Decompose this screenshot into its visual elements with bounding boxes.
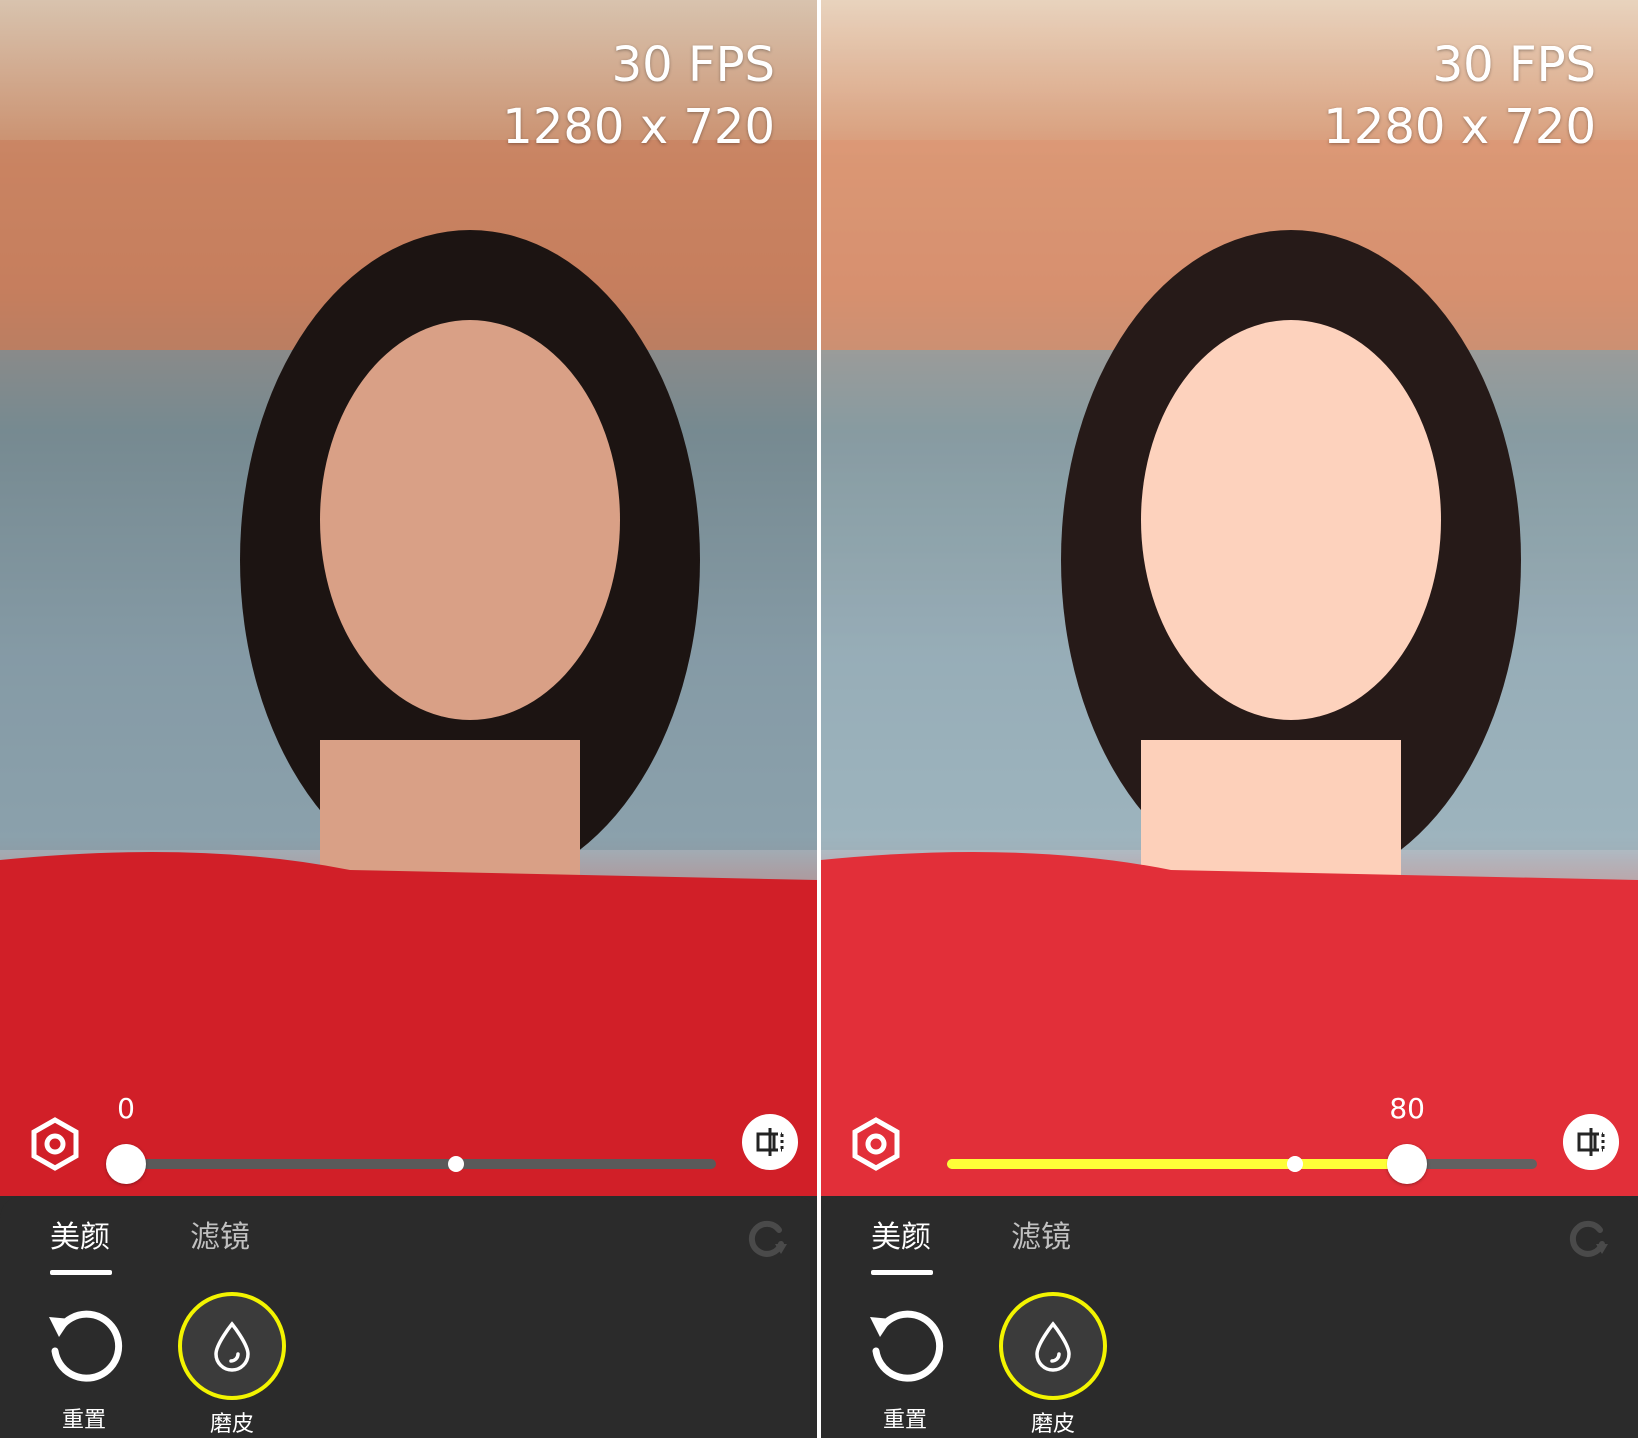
slider-track[interactable] [126, 1159, 716, 1169]
smooth-skin-tool[interactable]: 磨皮 [172, 1292, 292, 1438]
settings-button[interactable] [849, 1117, 903, 1171]
fps-label: 30 FPS [1432, 37, 1596, 93]
active-tab-indicator [50, 1270, 112, 1275]
resolution-label: 1280 x 720 [502, 99, 775, 155]
stream-stats: 30 FPS 1280 x 720 [1323, 34, 1596, 158]
refresh-button[interactable] [745, 1218, 789, 1262]
camera-panel-after: 30 FPS 1280 x 720 80 美颜 滤镜 重置 磨皮 [821, 0, 1638, 1438]
camera-photo [0, 140, 817, 1196]
tab-filter[interactable]: 滤镜 [190, 1212, 250, 1256]
tab-filter[interactable]: 滤镜 [1011, 1212, 1071, 1256]
tool-row: 重置 磨皮 [821, 1292, 1638, 1438]
tab-bar: 美颜 滤镜 [821, 1196, 1638, 1276]
compare-split-icon [1577, 1128, 1605, 1156]
beauty-control-panel: 美颜 滤镜 重置 磨皮 [821, 1196, 1638, 1438]
intensity-slider[interactable]: 0 [106, 1092, 716, 1184]
intensity-slider[interactable]: 80 [947, 1092, 1537, 1184]
tab-beauty[interactable]: 美颜 [50, 1212, 110, 1256]
settings-button[interactable] [28, 1117, 82, 1171]
slider-fill [947, 1159, 1408, 1169]
reset-tool[interactable]: 重置 [24, 1292, 144, 1434]
refresh-icon [748, 1220, 787, 1257]
slider-default-marker [1287, 1156, 1304, 1172]
refresh-button[interactable] [1566, 1218, 1610, 1262]
slider-value-label: 0 [117, 1092, 135, 1125]
tab-bar: 美颜 滤镜 [0, 1196, 817, 1276]
tool-row: 重置 磨皮 [0, 1292, 817, 1438]
reset-tool[interactable]: 重置 [845, 1292, 965, 1434]
smooth-skin-drop-icon [178, 1292, 286, 1400]
reset-label: 重置 [882, 1408, 927, 1433]
resolution-label: 1280 x 720 [1323, 99, 1596, 155]
compare-split-icon [756, 1128, 784, 1156]
active-tab-indicator [871, 1270, 933, 1275]
reset-label: 重置 [61, 1408, 106, 1433]
settings-hexagon-icon [852, 1117, 900, 1171]
compare-button[interactable] [742, 1114, 798, 1170]
slider-thumb[interactable] [106, 1144, 146, 1184]
smooth-skin-label: 磨皮 [1030, 1412, 1075, 1437]
refresh-icon [1569, 1220, 1608, 1257]
tab-beauty[interactable]: 美颜 [871, 1212, 931, 1256]
stream-stats: 30 FPS 1280 x 720 [502, 34, 775, 158]
smooth-skin-tool[interactable]: 磨皮 [993, 1292, 1113, 1438]
beauty-control-panel: 美颜 滤镜 重置 磨皮 [0, 1196, 817, 1438]
smooth-skin-label: 磨皮 [209, 1412, 254, 1437]
slider-default-marker [448, 1156, 465, 1172]
fps-label: 30 FPS [611, 37, 775, 93]
camera-preview: 30 FPS 1280 x 720 0 [0, 0, 817, 1196]
settings-hexagon-icon [31, 1117, 79, 1171]
camera-photo [821, 140, 1638, 1196]
reset-icon [32, 1292, 136, 1396]
slider-thumb[interactable] [1387, 1144, 1428, 1184]
compare-button[interactable] [1563, 1114, 1619, 1170]
camera-preview: 30 FPS 1280 x 720 80 [821, 0, 1638, 1196]
reset-icon [853, 1292, 957, 1396]
smooth-skin-drop-icon [999, 1292, 1107, 1400]
slider-value-label: 80 [1389, 1092, 1425, 1125]
camera-panel-before: 30 FPS 1280 x 720 0 美颜 滤镜 重置 磨皮 [0, 0, 817, 1438]
